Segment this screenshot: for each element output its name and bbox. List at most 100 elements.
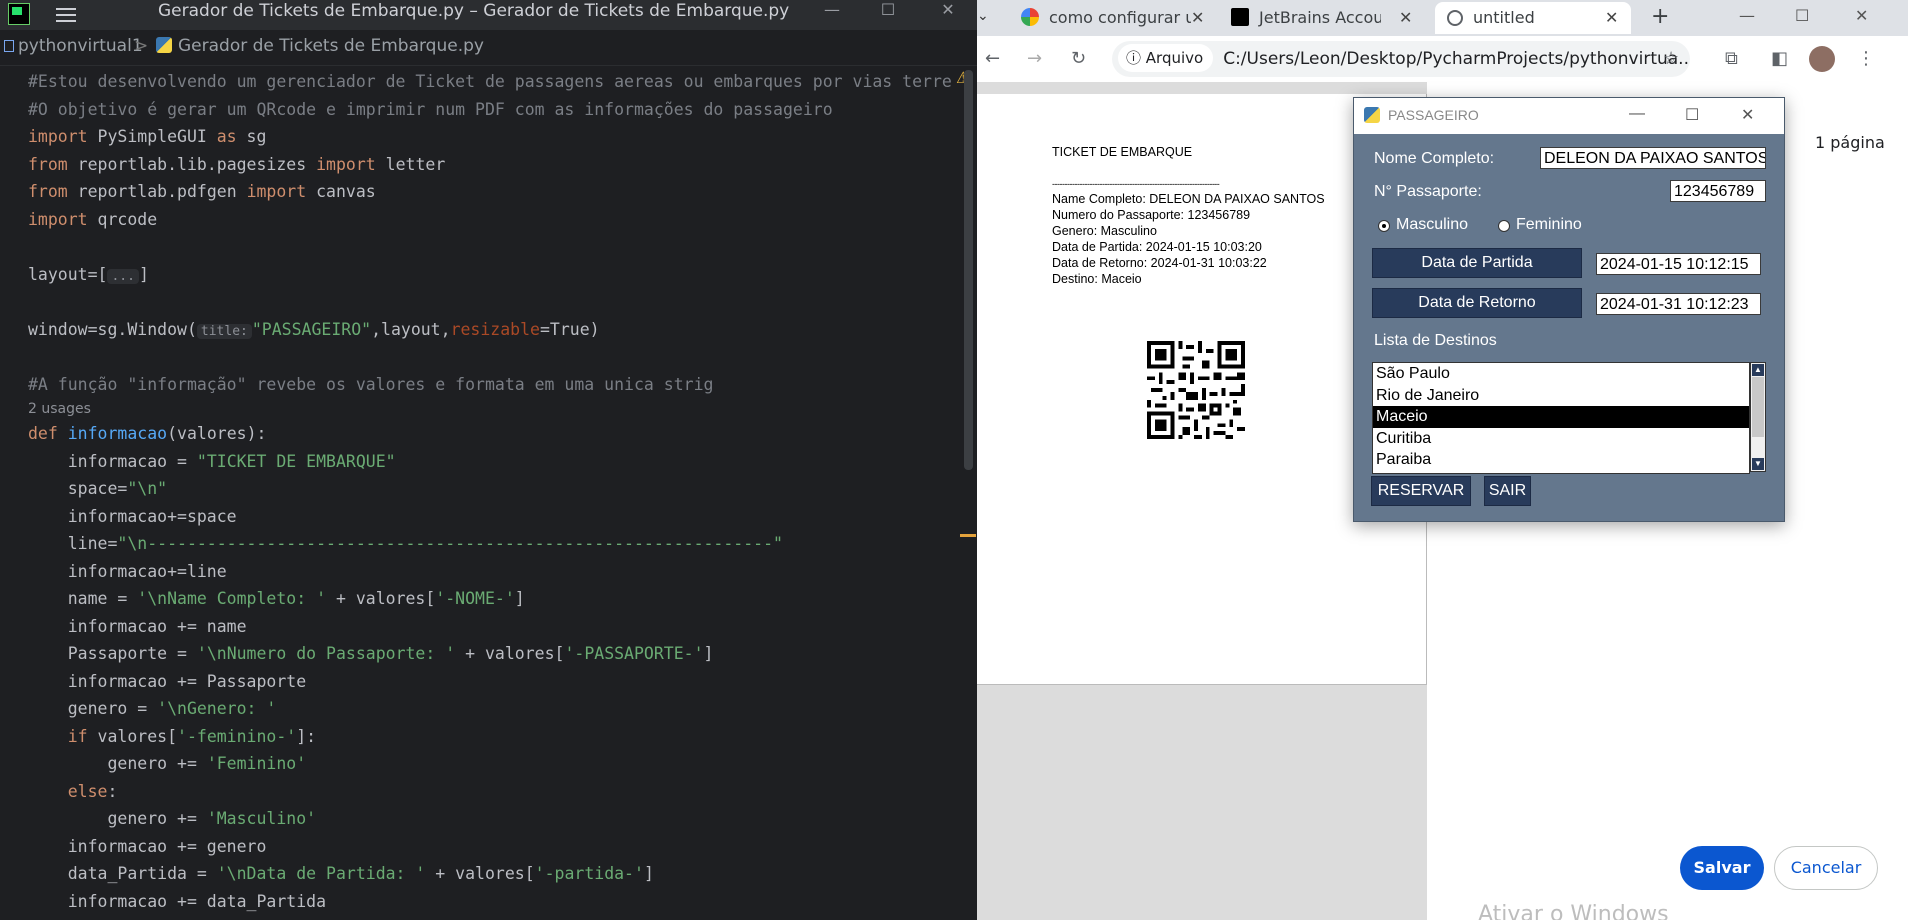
extensions-icon[interactable]: ⧉ [1725, 48, 1738, 69]
ide-window-title: Gerador de Tickets de Embarque.py – Gera… [158, 1, 790, 21]
address-bar[interactable]: ⓘ Arquivo C:/Users/Leon/Desktop/PycharmPr… [1112, 41, 1690, 77]
tab-search-icon[interactable]: ⌄ [977, 8, 989, 24]
code-line: #A função "informação" revebe os valores… [28, 374, 714, 394]
data-partida-button[interactable]: Data de Partida [1372, 248, 1582, 278]
feminino-radio[interactable] [1498, 220, 1510, 232]
tab-close-icon[interactable]: ✕ [1399, 8, 1412, 27]
url-text: C:/Users/Leon/Desktop/PycharmProjects/py… [1223, 49, 1690, 69]
feminino-label[interactable]: Feminino [1516, 216, 1582, 234]
masculino-radio[interactable] [1378, 220, 1390, 232]
pdf-title: TICKET DE EMBARQUE [1052, 145, 1193, 159]
google-icon [1021, 8, 1039, 26]
minimize-icon[interactable]: — [1629, 105, 1645, 123]
passageiro-window: PASSAGEIRO — ☐ ✕ Nome Completo: DELEON D… [1353, 97, 1785, 522]
forward-icon[interactable]: → [1027, 48, 1042, 69]
parameter-hint: title: [196, 323, 252, 339]
breadcrumb-file[interactable]: Gerador de Tickets de Embarque.py [156, 36, 484, 56]
tab-label: JetBrains Account [1259, 8, 1381, 27]
data-retorno-button[interactable]: Data de Retorno [1372, 288, 1582, 318]
list-item[interactable]: Paraiba [1373, 449, 1749, 471]
maximize-icon[interactable]: ☐ [1795, 6, 1809, 25]
back-icon[interactable]: ← [985, 48, 1000, 69]
pdf-passport: Numero do Passaporte: 123456789 [1052, 208, 1251, 222]
listbox-scrollbar[interactable]: ▲ ▼ [1750, 362, 1766, 472]
scroll-thumb[interactable] [1752, 377, 1764, 437]
ide-titlebar: Gerador de Tickets de Embarque.py – Gera… [0, 0, 977, 30]
maximize-icon[interactable]: ☐ [1685, 105, 1699, 125]
code-line: informacao += name [28, 616, 247, 636]
reservar-button[interactable]: RESERVAR [1371, 476, 1471, 506]
passaporte-input[interactable]: 123456789 [1670, 180, 1766, 202]
close-icon[interactable]: ✕ [1855, 6, 1868, 25]
tab-close-icon[interactable]: ✕ [1605, 2, 1618, 34]
new-tab-button[interactable]: + [1651, 4, 1669, 29]
passageiro-titlebar[interactable]: PASSAGEIRO — ☐ ✕ [1354, 98, 1784, 134]
code-line: informacao = "TICKET DE EMBARQUE" [28, 451, 396, 471]
list-item-selected[interactable]: Maceio [1373, 406, 1749, 428]
tab-untitled[interactable]: untitled ✕ [1435, 2, 1631, 34]
breadcrumb-project[interactable]: pythonvirtual1 [4, 36, 143, 56]
qr-code [1147, 341, 1245, 439]
masculino-label[interactable]: Masculino [1396, 216, 1468, 234]
code-line: else: [28, 781, 118, 801]
close-icon[interactable]: ✕ [1741, 105, 1754, 125]
pdf-divider: ----------------------------------------… [1052, 179, 1220, 189]
scroll-down-icon[interactable]: ▼ [1752, 458, 1764, 470]
list-item[interactable]: Rio de Janeiro [1373, 385, 1749, 407]
info-icon: ⓘ [1126, 49, 1146, 67]
tab-close-icon[interactable]: ✕ [1191, 8, 1204, 27]
windows-activation-watermark: Ativar o Windows [1478, 902, 1669, 920]
python-file-icon [156, 37, 172, 53]
code-line: from reportlab.lib.pagesizes import lett… [28, 154, 446, 174]
destinos-listbox[interactable]: São Paulo Rio de Janeiro Maceio Curitiba… [1372, 362, 1750, 474]
minimize-icon[interactable]: — [1739, 6, 1755, 25]
pycharm-logo-icon[interactable] [8, 3, 30, 25]
code-editor[interactable]: #Estou desenvolvendo um gerenciador de T… [28, 68, 952, 915]
code-line: genero += 'Feminino' [28, 754, 307, 773]
sair-button[interactable]: SAIR [1484, 476, 1531, 506]
tab-label: como configurar u [1049, 8, 1191, 27]
side-panel-icon[interactable]: ◧ [1771, 48, 1788, 69]
cancel-button[interactable]: Cancelar [1774, 846, 1878, 890]
reload-icon[interactable]: ↻ [1071, 48, 1086, 69]
usages-hint[interactable]: 2 usages [28, 398, 952, 420]
pdf-destination: Destino: Maceio [1052, 272, 1142, 286]
minimize-icon[interactable]: — [812, 0, 852, 22]
list-item[interactable]: São Paulo [1373, 363, 1749, 385]
tab-google[interactable]: como configurar u [1021, 2, 1191, 34]
data-partida-input[interactable]: 2024-01-15 10:12:15 [1596, 253, 1761, 275]
code-line: from reportlab.pdfgen import canvas [28, 182, 376, 201]
editor-scrollbar[interactable] [964, 70, 973, 470]
browser-toolbar: ← → ↻ ⓘ Arquivo C:/Users/Leon/Desktop/Pyc… [977, 36, 1908, 83]
code-line: Passaporte = '\nNumero do Passaporte: ' … [28, 644, 714, 663]
folded-code[interactable]: ... [107, 268, 139, 284]
close-icon[interactable]: ✕ [928, 0, 968, 22]
breadcrumb: pythonvirtual1 > Gerador de Tickets de E… [0, 30, 977, 66]
nome-input[interactable]: DELEON DA PAIXAO SANTOS [1540, 147, 1766, 169]
code-line: import PySimpleGUI as sg [28, 127, 267, 146]
editor-change-marker[interactable] [960, 534, 976, 537]
maximize-icon[interactable]: ☐ [868, 0, 908, 22]
bookmark-star-icon[interactable]: ☆ [1663, 48, 1679, 69]
pdf-gender: Genero: Masculino [1052, 224, 1157, 238]
code-line: line="\n--------------------------------… [28, 534, 783, 553]
pdf-departure: Data de Partida: 2024-01-15 10:03:20 [1052, 240, 1262, 254]
list-item[interactable]: Curitiba [1373, 428, 1749, 450]
code-line: def informacao(valores): [28, 424, 267, 443]
window-title: PASSAGEIRO [1388, 107, 1479, 123]
passaporte-label: N° Passaporte: [1374, 183, 1482, 200]
avatar[interactable] [1809, 46, 1835, 72]
kebab-menu-icon[interactable]: ⋮ [1857, 48, 1875, 69]
tab-jetbrains[interactable]: JetBrains Account [1231, 2, 1381, 34]
site-info-chip[interactable]: ⓘ Arquivo [1118, 44, 1214, 72]
hamburger-menu-icon[interactable] [56, 4, 78, 26]
code-line: genero = '\nGenero: ' [28, 699, 277, 718]
data-retorno-input[interactable]: 2024-01-31 10:12:23 [1596, 293, 1761, 315]
scroll-up-icon[interactable]: ▲ [1752, 364, 1764, 376]
breadcrumb-separator: > [134, 36, 149, 56]
nome-label: Nome Completo: [1374, 150, 1495, 167]
code-line: if valores['-feminino-']: [28, 726, 317, 746]
save-button[interactable]: Salvar [1680, 846, 1764, 890]
